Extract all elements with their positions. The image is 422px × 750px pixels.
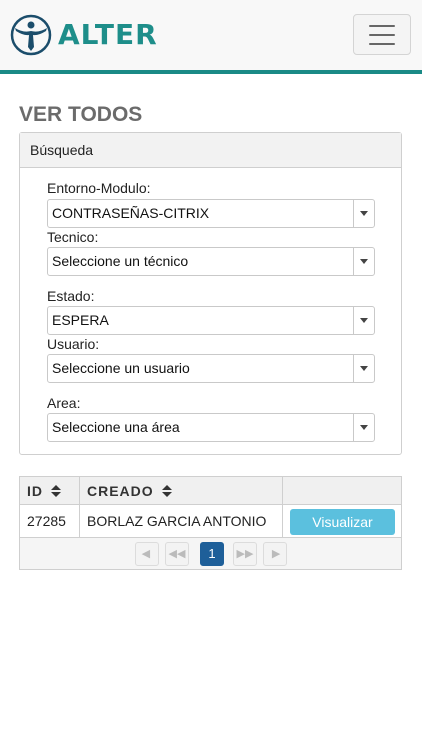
next-page-icon[interactable]: ▶▶ <box>233 542 257 566</box>
chevron-down-icon[interactable] <box>353 200 374 227</box>
vitruvian-man-icon <box>10 14 52 56</box>
tecnico-label: Tecnico: <box>47 229 99 245</box>
search-panel: Búsqueda Entorno-Modulo: CONTRASEÑAS-CIT… <box>19 132 402 455</box>
page-number-button[interactable]: 1 <box>200 542 224 566</box>
column-header-creado[interactable]: CREADO <box>80 477 283 504</box>
navbar: ALTER <box>0 0 422 74</box>
brand-name: ALTER <box>58 18 158 51</box>
results-table: ID CREADO 27285 BORLAZ GARCIA ANTONIO Vi… <box>19 476 402 570</box>
area-value: Seleccione una área <box>52 419 180 435</box>
column-header-actions <box>283 477 401 504</box>
entorno-modulo-label: Entorno-Modulo: <box>47 180 151 196</box>
search-panel-heading: Búsqueda <box>20 133 401 168</box>
area-select[interactable]: Seleccione una área <box>47 413 375 442</box>
sort-icon[interactable] <box>161 484 172 497</box>
first-page-icon[interactable]: ◀ <box>135 542 159 566</box>
chevron-down-icon[interactable] <box>353 307 374 334</box>
brand-logo[interactable]: ALTER <box>10 13 158 57</box>
estado-label: Estado: <box>47 288 95 304</box>
pagination: ◀ ◀◀ 1 ▶▶ ▶ <box>20 538 401 569</box>
chevron-down-icon[interactable] <box>353 248 374 275</box>
hamburger-menu-icon[interactable] <box>353 14 411 55</box>
visualizar-button[interactable]: Visualizar <box>290 509 395 535</box>
chevron-down-icon[interactable] <box>353 414 374 441</box>
sort-icon[interactable] <box>51 484 61 497</box>
entorno-modulo-select[interactable]: CONTRASEÑAS-CITRIX <box>47 199 375 228</box>
tecnico-select[interactable]: Seleccione un técnico <box>47 247 375 276</box>
cell-creado: BORLAZ GARCIA ANTONIO <box>80 505 283 537</box>
last-page-icon[interactable]: ▶ <box>263 542 287 566</box>
page-title: VER TODOS <box>19 103 143 126</box>
usuario-select[interactable]: Seleccione un usuario <box>47 354 375 383</box>
estado-value: ESPERA <box>52 312 109 328</box>
cell-actions: Visualizar <box>283 505 401 537</box>
usuario-value: Seleccione un usuario <box>52 360 190 376</box>
area-label: Area: <box>47 395 81 411</box>
table-header: ID CREADO <box>20 477 401 505</box>
tecnico-value: Seleccione un técnico <box>52 253 189 269</box>
cell-id: 27285 <box>20 505 80 537</box>
previous-page-icon[interactable]: ◀◀ <box>165 542 189 566</box>
chevron-down-icon[interactable] <box>353 355 374 382</box>
column-header-id[interactable]: ID <box>20 477 80 504</box>
entorno-modulo-value: CONTRASEÑAS-CITRIX <box>52 205 210 221</box>
estado-select[interactable]: ESPERA <box>47 306 375 335</box>
usuario-label: Usuario: <box>47 336 100 352</box>
table-row: 27285 BORLAZ GARCIA ANTONIO Visualizar <box>20 505 401 538</box>
